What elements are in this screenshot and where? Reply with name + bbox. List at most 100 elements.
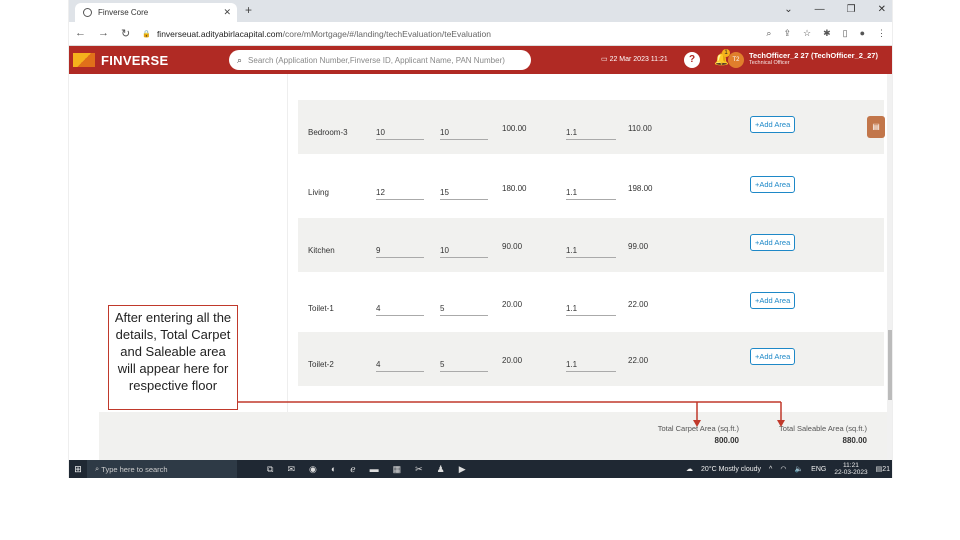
saleable-area-value: 99.00 <box>628 242 649 251</box>
windows-start-icon[interactable]: ⊞ <box>69 464 87 475</box>
saleable-area-value: 22.00 <box>628 356 649 365</box>
teams-icon[interactable]: ♟ <box>437 464 445 475</box>
avatar[interactable]: T2 <box>728 52 744 68</box>
carpet-area-value: 90.00 <box>502 242 523 251</box>
add-area-button[interactable]: +Add Area <box>750 348 796 365</box>
menu-icon[interactable]: ⋮ <box>877 28 886 39</box>
notif-count: 21 <box>882 466 890 473</box>
width-input[interactable]: 5 <box>440 360 488 372</box>
restore-button[interactable]: ❐ <box>847 4 856 15</box>
browser-tab[interactable]: Finverse Core ✕ <box>75 3 237 22</box>
length-input[interactable]: 10 <box>376 128 424 140</box>
total-carpet-area: Total Carpet Area (sq.ft.) 800.00 <box>639 424 739 445</box>
url-host: finverseuat.adityabirlacapital.com <box>156 28 283 39</box>
task-view-icon[interactable]: ⧉ <box>267 464 273 475</box>
room-name: Toilet-2 <box>308 360 334 369</box>
area-evaluation-card: Bedroom-3 10 10 100.00 1.1 110.00 +Add Area Liv… <box>287 74 887 460</box>
length-input[interactable]: 4 <box>376 360 424 372</box>
share-icon[interactable]: ⇪ <box>783 28 791 39</box>
add-area-button[interactable]: +Add Area <box>750 292 796 309</box>
add-area-button[interactable]: +Add Area <box>750 116 796 133</box>
loading-factor-input[interactable]: 1.1 <box>566 360 616 372</box>
outlook-icon[interactable]: ✉ <box>287 464 295 475</box>
address-bar-icons: ⌕ ⇪ ☆ ✱ ▯ ● ⋮ <box>766 28 886 39</box>
url-field[interactable]: 🔒 finverseuat.adityabirlacapital.com /co… <box>142 29 491 39</box>
saleable-area-value: 22.00 <box>628 300 649 309</box>
logo-mark-icon <box>73 53 95 67</box>
annotation-callout: After entering all the details, Total Ca… <box>108 305 238 410</box>
speaker-icon[interactable]: 🔈 <box>794 465 803 473</box>
calculator-icon[interactable]: ▦ <box>393 464 402 475</box>
weather-text[interactable]: 20°C Mostly cloudy <box>701 466 761 473</box>
help-button[interactable]: ? <box>684 52 700 68</box>
notification-center-icon[interactable]: ▤21 <box>876 465 890 473</box>
area-row: Toilet-2 4 5 20.00 1.1 22.00 +Add Area <box>298 332 884 386</box>
total-carpet-label: Total Carpet Area (sq.ft.) <box>657 424 739 433</box>
length-input[interactable]: 9 <box>376 246 424 258</box>
page-scrollbar[interactable] <box>887 74 892 460</box>
windows-taskbar: ⊞ ⌕ Type here to search ⧉ ✉ ◉ ◐ ℯ ▬ ▦ ✂ … <box>69 460 892 478</box>
tray-chevron-icon[interactable]: ^ <box>769 466 772 473</box>
length-input[interactable]: 12 <box>376 188 424 200</box>
ie-icon[interactable]: ℯ <box>350 464 355 475</box>
search-placeholder: Search (Application Number,Finverse ID, … <box>248 55 505 65</box>
width-input[interactable]: 15 <box>440 188 488 200</box>
extensions-icon[interactable]: ✱ <box>823 28 831 39</box>
chevron-down-icon[interactable]: ⌄ <box>784 4 792 15</box>
zoom-icon[interactable]: ⌕ <box>766 28 771 39</box>
slide: Finverse Core ✕ + ⌄ — ❐ ✕ ← → ↻ 🔒 finver… <box>0 0 960 540</box>
loading-factor-input[interactable]: 1.1 <box>566 188 616 200</box>
clock[interactable]: 11:21 22-03-2023 <box>834 462 867 476</box>
edge-icon[interactable]: ◐ <box>331 464 336 475</box>
scrollbar-thumb[interactable] <box>888 330 892 400</box>
total-saleable-value: 880.00 <box>842 436 867 445</box>
window-controls: ⌄ — ❐ ✕ <box>784 4 886 15</box>
area-row: Kitchen 9 10 90.00 1.1 99.00 +Add Area <box>298 218 884 272</box>
star-icon[interactable]: ☆ <box>803 28 811 39</box>
add-area-button[interactable]: +Add Area <box>750 176 796 193</box>
user-info[interactable]: TechOfficer_2 27 (TechOfficer_2_27) Tech… <box>749 51 878 66</box>
total-saleable-label: Total Saleable Area (sq.ft.) <box>779 424 867 433</box>
reload-icon[interactable]: ↻ <box>121 27 130 40</box>
width-input[interactable]: 10 <box>440 246 488 258</box>
language-indicator[interactable]: ENG <box>811 466 826 473</box>
loading-factor-input[interactable]: 1.1 <box>566 246 616 258</box>
media-icon[interactable]: ▶ <box>459 464 466 475</box>
width-input[interactable]: 5 <box>440 304 488 316</box>
global-search-input[interactable]: ⌕ Search (Application Number,Finverse ID… <box>229 50 531 70</box>
taskbar-search-input[interactable]: ⌕ Type here to search <box>87 460 237 478</box>
length-input[interactable]: 4 <box>376 304 424 316</box>
profile-icon[interactable]: ● <box>860 28 865 39</box>
taskbar-search-placeholder: Type here to search <box>101 464 168 474</box>
loading-factor-input[interactable]: 1.1 <box>566 304 616 316</box>
url-path: /core/mMortgage/#/landing/techEvaluation… <box>282 28 492 39</box>
brand-logo[interactable]: FINVERSE <box>69 53 168 68</box>
sidebar-icon[interactable]: ▯ <box>843 28 848 39</box>
browser-tab-strip: Finverse Core ✕ + ⌄ — ❐ ✕ <box>69 0 892 22</box>
carpet-area-value: 180.00 <box>502 184 527 193</box>
search-icon: ⌕ <box>95 464 100 473</box>
total-saleable-area: Total Saleable Area (sq.ft.) 880.00 <box>749 424 867 445</box>
loading-factor-input[interactable]: 1.1 <box>566 128 616 140</box>
window-close-button[interactable]: ✕ <box>878 4 886 15</box>
add-area-button[interactable]: +Add Area <box>750 234 796 251</box>
area-row: Living 12 15 180.00 1.1 198.00 +Add Area <box>298 160 884 214</box>
address-bar-row: ← → ↻ 🔒 finverseuat.adityabirlacapital.c… <box>69 22 892 46</box>
document-side-button[interactable]: ▤ <box>867 116 885 138</box>
width-input[interactable]: 10 <box>440 128 488 140</box>
new-tab-button[interactable]: + <box>245 3 252 17</box>
forward-icon[interactable]: → <box>98 27 109 40</box>
back-icon[interactable]: ← <box>75 27 86 40</box>
close-icon[interactable]: ✕ <box>223 7 231 18</box>
calendar-icon: ▭ <box>601 56 610 63</box>
file-explorer-icon[interactable]: ▬ <box>370 464 379 475</box>
tab-title: Finverse Core <box>98 8 149 17</box>
chrome-icon[interactable]: ◉ <box>309 464 317 475</box>
wifi-icon[interactable]: ◠ <box>780 465 786 473</box>
nav-buttons: ← → ↻ <box>69 27 130 40</box>
room-name: Living <box>308 188 329 197</box>
minimize-button[interactable]: — <box>815 4 825 15</box>
notification-bell-icon[interactable]: 🔔 1 <box>714 49 730 66</box>
snip-icon[interactable]: ✂ <box>415 464 423 475</box>
room-name: Bedroom-3 <box>308 128 348 137</box>
